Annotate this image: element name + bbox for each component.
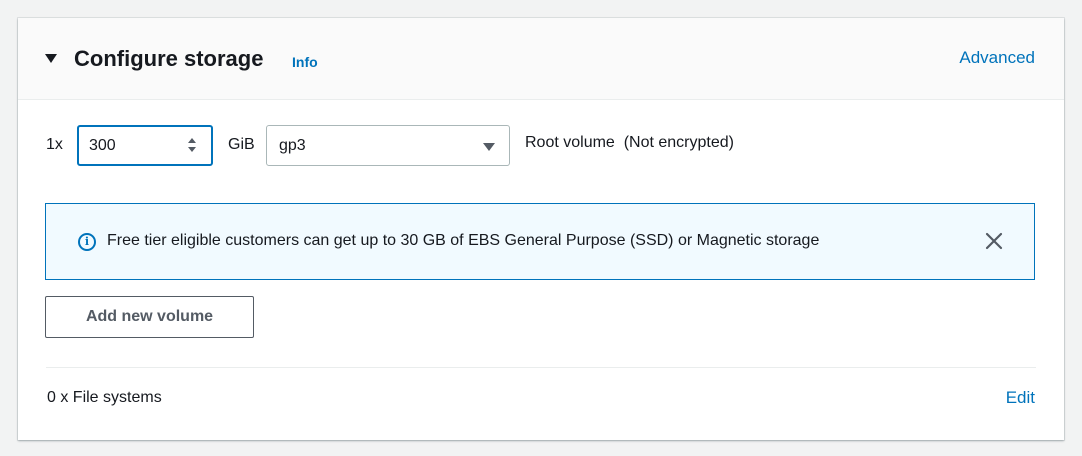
info-link[interactable]: Info	[292, 54, 318, 70]
volume-multiplier: 1x	[46, 136, 63, 153]
divider	[46, 367, 1036, 368]
volume-size-input[interactable]	[89, 135, 169, 157]
configure-storage-panel: Configure storage Info Advanced 1x GiB g…	[18, 18, 1064, 440]
stepper-down-icon[interactable]	[188, 147, 196, 152]
file-systems-label: 0 x File systems	[47, 389, 162, 406]
root-volume-label: Root volume (Not encrypted)	[525, 134, 734, 151]
alert-message: Free tier eligible customers can get up …	[107, 232, 820, 249]
caret-down-icon	[483, 143, 495, 151]
advanced-link[interactable]: Advanced	[959, 48, 1035, 68]
add-new-volume-button[interactable]: Add new volume	[45, 296, 254, 338]
panel-header: Configure storage Info Advanced	[18, 18, 1064, 100]
close-icon[interactable]	[982, 229, 1006, 253]
edit-file-systems-link[interactable]: Edit	[1006, 388, 1035, 408]
volume-type-value: gp3	[279, 137, 306, 154]
collapse-caret-icon[interactable]	[45, 54, 57, 63]
section-title[interactable]: Configure storage	[74, 46, 263, 72]
free-tier-alert: i Free tier eligible customers can get u…	[45, 203, 1035, 280]
root-volume-row: 1x GiB gp3 Root volume (Not encrypted)	[18, 122, 1064, 168]
stepper-up-icon[interactable]	[188, 138, 196, 143]
size-unit: GiB	[228, 136, 255, 153]
info-circle-icon: i	[78, 233, 96, 251]
stepper-arrows-icon[interactable]	[187, 138, 197, 154]
volume-size-stepper[interactable]	[77, 125, 213, 166]
volume-type-select[interactable]: gp3	[266, 125, 510, 166]
